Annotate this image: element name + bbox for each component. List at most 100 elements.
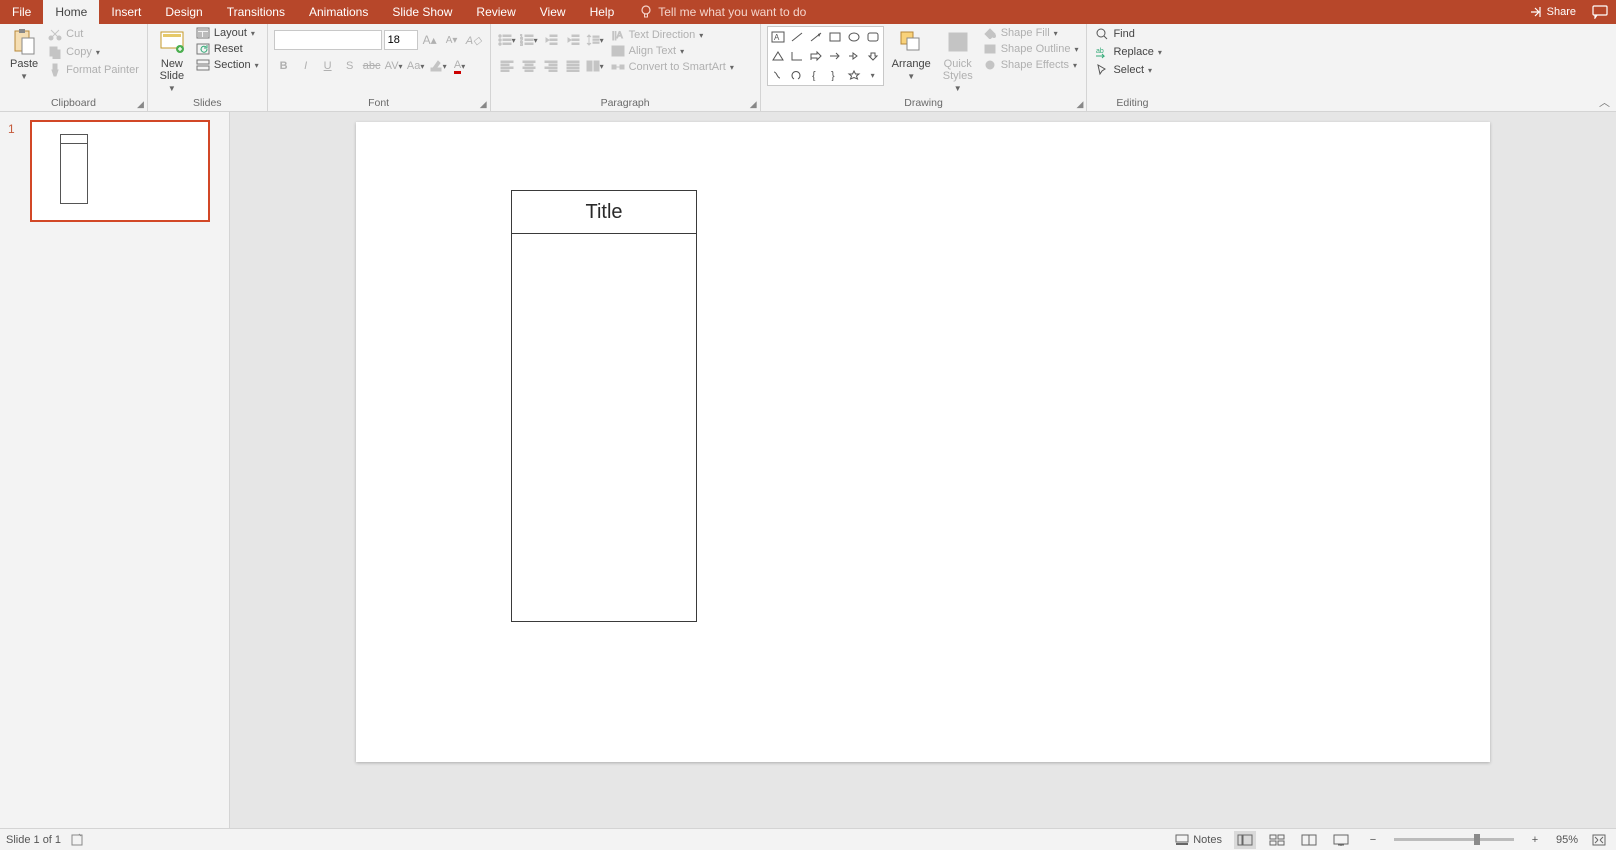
numbering-icon: 123 — [520, 34, 534, 46]
quick-styles-button[interactable]: A Quick Styles▼ — [939, 26, 977, 95]
tab-transitions[interactable]: Transitions — [215, 0, 297, 24]
ribbon: Paste ▼ Cut Copy▾ Format Painter Clipboa… — [0, 24, 1616, 112]
indent-icon — [566, 34, 580, 46]
shape-fill-button[interactable]: Shape Fill▾ — [981, 26, 1081, 40]
find-button[interactable]: Find — [1093, 26, 1163, 42]
paintbrush-icon — [48, 63, 62, 77]
tab-file[interactable]: File — [0, 0, 43, 24]
slide[interactable]: Title — [356, 122, 1490, 762]
collapse-ribbon-button[interactable]: ︿ — [1599, 94, 1610, 110]
layout-button[interactable]: Layout▾ — [194, 26, 261, 40]
share-button[interactable]: Share — [1527, 4, 1578, 20]
slide-thumbnail-1[interactable] — [30, 120, 210, 222]
bold-button[interactable]: B — [274, 56, 294, 76]
thumbnail-number: 1 — [8, 122, 15, 136]
tab-design[interactable]: Design — [153, 0, 214, 24]
fit-window-button[interactable] — [1588, 831, 1610, 849]
tab-insert[interactable]: Insert — [99, 0, 153, 24]
strikethrough-button[interactable]: abc — [362, 56, 382, 76]
select-button[interactable]: Select▾ — [1093, 62, 1163, 78]
zoom-slider-handle[interactable] — [1474, 834, 1480, 845]
highlight-button[interactable]: ▾ — [428, 56, 448, 76]
new-slide-button[interactable]: New Slide▼ — [154, 26, 190, 95]
paste-label: Paste — [10, 58, 38, 70]
align-text-button[interactable]: Align Text▾ — [609, 44, 736, 58]
zoom-slider[interactable] — [1394, 838, 1514, 841]
arrange-button[interactable]: Arrange▼ — [888, 26, 935, 83]
quick-styles-icon: A — [946, 30, 970, 54]
tab-animations[interactable]: Animations — [297, 0, 380, 24]
slideshow-view-button[interactable] — [1330, 831, 1352, 849]
tab-view[interactable]: View — [528, 0, 578, 24]
format-painter-label: Format Painter — [66, 64, 139, 76]
comments-icon[interactable] — [1592, 5, 1608, 19]
line-spacing-button[interactable]: ▾ — [585, 30, 605, 50]
zoom-out-button[interactable]: − — [1362, 831, 1384, 849]
change-case-button[interactable]: Aa▾ — [406, 56, 426, 76]
justify-button[interactable] — [563, 56, 583, 76]
align-text-icon — [611, 45, 625, 57]
decrease-indent-button[interactable] — [541, 30, 561, 50]
format-painter-button[interactable]: Format Painter — [46, 62, 141, 78]
tell-me-search[interactable]: Tell me what you want to do — [626, 0, 806, 24]
title-placeholder[interactable]: Title — [511, 190, 697, 234]
paragraph-launcher-icon[interactable]: ◢ — [750, 99, 757, 110]
shape-outline-button[interactable]: Shape Outline▾ — [981, 42, 1081, 56]
outdent-icon — [544, 34, 558, 46]
tab-review[interactable]: Review — [464, 0, 527, 24]
tab-help[interactable]: Help — [578, 0, 627, 24]
shapes-gallery[interactable]: A { } ▾ — [767, 26, 884, 86]
tab-slideshow[interactable]: Slide Show — [380, 0, 464, 24]
shadow-button[interactable]: S — [340, 56, 360, 76]
paste-button[interactable]: Paste ▼ — [6, 26, 42, 83]
char-spacing-button[interactable]: AV▾ — [384, 56, 404, 76]
replace-label: Replace — [1113, 46, 1153, 58]
replace-button[interactable]: ab Replace ▾ — [1093, 44, 1163, 60]
notes-button[interactable]: Notes — [1173, 833, 1224, 847]
font-size-select[interactable] — [384, 30, 418, 50]
font-family-select[interactable] — [274, 30, 382, 50]
drawing-launcher-icon[interactable]: ◢ — [1077, 99, 1084, 110]
zoom-percent[interactable]: 95% — [1556, 834, 1578, 846]
section-button[interactable]: Section▾ — [194, 58, 261, 72]
cut-button[interactable]: Cut — [46, 26, 141, 42]
clipboard-launcher-icon[interactable]: ◢ — [137, 99, 144, 110]
shape-effects-button[interactable]: Shape Effects▾ — [981, 58, 1081, 72]
spellcheck-icon[interactable] — [71, 833, 87, 847]
zoom-in-button[interactable]: + — [1524, 831, 1546, 849]
group-clipboard: Paste ▼ Cut Copy▾ Format Painter Clipboa… — [0, 24, 148, 111]
align-left-button[interactable] — [497, 56, 517, 76]
slide-thumbnail-panel[interactable]: 1 — [0, 112, 230, 828]
svg-text:}: } — [831, 70, 835, 81]
text-direction-button[interactable]: ||A Text Direction▾ — [609, 28, 736, 42]
reset-button[interactable]: Reset — [194, 42, 261, 56]
italic-button[interactable]: I — [296, 56, 316, 76]
tab-home[interactable]: Home — [43, 0, 99, 24]
increase-indent-button[interactable] — [563, 30, 583, 50]
slide-canvas-area[interactable]: Title — [230, 112, 1616, 828]
normal-view-icon — [1237, 834, 1253, 846]
shrink-font-button[interactable]: A▾ — [442, 30, 462, 50]
numbering-button[interactable]: 123▾ — [519, 30, 539, 50]
font-color-button[interactable]: A▾ — [450, 56, 470, 76]
align-left-icon — [500, 60, 514, 72]
font-launcher-icon[interactable]: ◢ — [480, 99, 487, 110]
convert-smartart-button[interactable]: Convert to SmartArt▾ — [609, 60, 736, 74]
reading-view-button[interactable] — [1298, 831, 1320, 849]
group-font: A▴ A▾ A◇ B I U S abc AV▾ Aa▾ ▾ A▾ Font◢ — [268, 24, 491, 111]
columns-button[interactable]: ▾ — [585, 56, 605, 76]
underline-button[interactable]: U — [318, 56, 338, 76]
content-placeholder[interactable] — [511, 234, 697, 622]
copy-button[interactable]: Copy▾ — [46, 44, 141, 60]
smartart-label: Convert to SmartArt — [629, 61, 726, 73]
sorter-view-button[interactable] — [1266, 831, 1288, 849]
group-label-drawing: Drawing — [904, 97, 943, 109]
notes-label: Notes — [1193, 834, 1222, 846]
align-center-button[interactable] — [519, 56, 539, 76]
clear-formatting-button[interactable]: A◇ — [464, 30, 484, 50]
grow-font-button[interactable]: A▴ — [420, 30, 440, 50]
fit-icon — [1592, 834, 1606, 846]
normal-view-button[interactable] — [1234, 831, 1256, 849]
bullets-button[interactable]: ▾ — [497, 30, 517, 50]
align-right-button[interactable] — [541, 56, 561, 76]
